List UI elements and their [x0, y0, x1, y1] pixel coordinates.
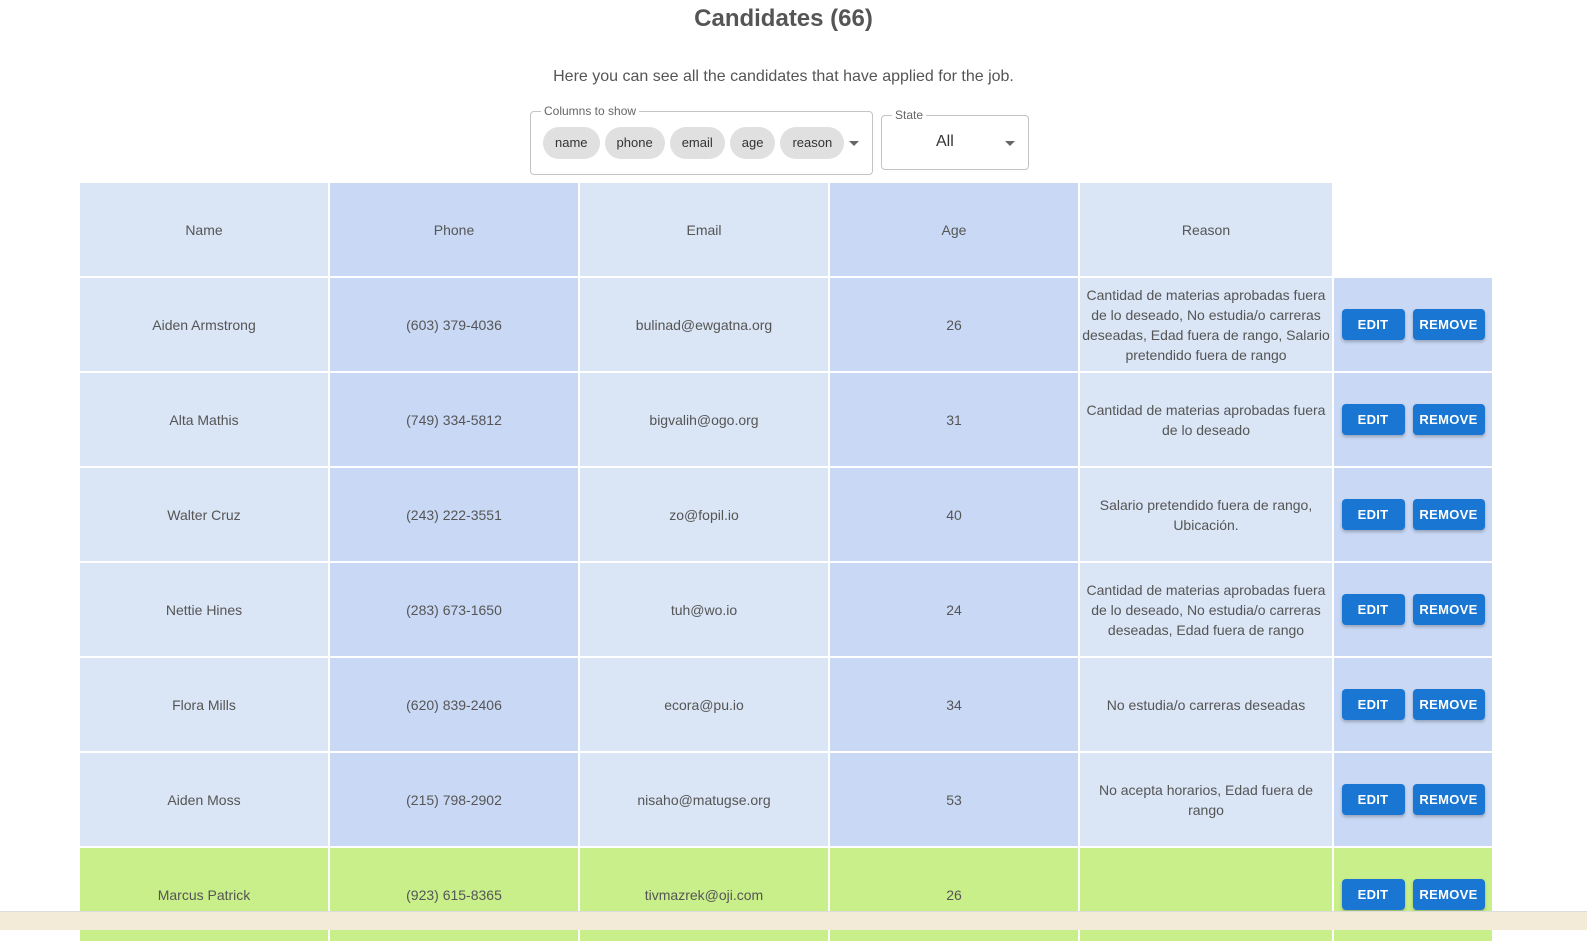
cell-phone: (620) 839-2406: [330, 658, 580, 753]
chip-phone[interactable]: phone: [604, 127, 665, 159]
cell-phone: (243) 222-3551: [330, 468, 580, 563]
cell-name: Alta Mathis: [80, 373, 330, 468]
candidates-table: Name Phone Email Age Reason Aiden Armstr…: [80, 183, 1494, 943]
cell-email: bulinad@ewgatna.org: [580, 278, 830, 373]
cell-name: Nettie Hines: [80, 563, 330, 658]
cell-actions: EDIT REMOVE: [1334, 468, 1494, 563]
cell-name: Aiden Moss: [80, 753, 330, 848]
edit-button[interactable]: EDIT: [1341, 404, 1405, 435]
cell-age: 24: [830, 563, 1080, 658]
caret-down-icon[interactable]: [1005, 141, 1015, 146]
cell-reason: Cantidad de materias aprobadas fuera de …: [1080, 373, 1334, 468]
table-row: Aiden Moss (215) 798-2902 nisaho@matugse…: [80, 753, 1494, 848]
cell-actions: EDIT REMOVE: [1334, 658, 1494, 753]
table-row: Nettie Hines (283) 673-1650 tuh@wo.io 24…: [80, 563, 1494, 658]
cell-email: tuh@wo.io: [580, 563, 830, 658]
chip-name[interactable]: name: [543, 127, 600, 159]
page-subtitle: Here you can see all the candidates that…: [553, 68, 1014, 85]
table-row: Walter Cruz (243) 222-3551 zo@fopil.io 4…: [80, 468, 1494, 563]
cell-name: Aiden Armstrong: [80, 278, 330, 373]
remove-button[interactable]: REMOVE: [1412, 689, 1485, 720]
table-row: Flora Mills (620) 839-2406 ecora@pu.io 3…: [80, 658, 1494, 753]
edit-button[interactable]: EDIT: [1341, 309, 1405, 340]
cell-email: ecora@pu.io: [580, 658, 830, 753]
remove-button[interactable]: REMOVE: [1412, 499, 1485, 530]
cell-phone: (749) 334-5812: [330, 373, 580, 468]
cell-email: nisaho@matugse.org: [580, 753, 830, 848]
cell-actions: EDIT REMOVE: [1334, 563, 1494, 658]
column-chips: name phone email age reason: [543, 127, 845, 159]
cell-age: 40: [830, 468, 1080, 563]
cell-age: 26: [830, 278, 1080, 373]
state-value: All: [936, 133, 954, 150]
cell-name: Flora Mills: [80, 658, 330, 753]
header-phone: Phone: [330, 183, 580, 278]
state-label: State: [892, 108, 927, 122]
edit-button[interactable]: EDIT: [1341, 784, 1405, 815]
table-row: Aiden Armstrong (603) 379-4036 bulinad@e…: [80, 278, 1494, 373]
header-reason: Reason: [1080, 183, 1334, 278]
columns-to-show-label: Columns to show: [541, 104, 640, 118]
cell-actions: EDIT REMOVE: [1334, 278, 1494, 373]
table-header-row: Name Phone Email Age Reason: [80, 183, 1494, 278]
columns-to-show-select[interactable]: Columns to show name phone email age rea…: [530, 104, 873, 175]
chip-reason[interactable]: reason: [780, 127, 845, 159]
remove-button[interactable]: REMOVE: [1412, 309, 1485, 340]
edit-button[interactable]: EDIT: [1341, 594, 1405, 625]
remove-button[interactable]: REMOVE: [1412, 784, 1485, 815]
cell-age: 31: [830, 373, 1080, 468]
edit-button[interactable]: EDIT: [1341, 499, 1405, 530]
cell-reason: Cantidad de materias aprobadas fuera de …: [1080, 278, 1334, 373]
chip-age[interactable]: age: [729, 127, 776, 159]
cell-actions: EDIT REMOVE: [1334, 753, 1494, 848]
header-actions: [1334, 183, 1494, 278]
cell-age: 53: [830, 753, 1080, 848]
chip-email[interactable]: email: [669, 127, 725, 159]
cell-reason: Cantidad de materias aprobadas fuera de …: [1080, 563, 1334, 658]
cell-reason: No acepta horarios, Edad fuera de rango: [1080, 753, 1334, 848]
state-select[interactable]: State All: [881, 108, 1029, 170]
cell-phone: (603) 379-4036: [330, 278, 580, 373]
remove-button[interactable]: REMOVE: [1412, 594, 1485, 625]
cell-reason: No estudia/o carreras deseadas: [1080, 658, 1334, 753]
cell-email: zo@fopil.io: [580, 468, 830, 563]
remove-button[interactable]: REMOVE: [1412, 404, 1485, 435]
cell-email: bigvalih@ogo.org: [580, 373, 830, 468]
page-title: Candidates (66): [694, 5, 873, 32]
edit-button[interactable]: EDIT: [1341, 879, 1405, 910]
edit-button[interactable]: EDIT: [1341, 689, 1405, 720]
header-age: Age: [830, 183, 1080, 278]
header-email: Email: [580, 183, 830, 278]
cell-phone: (283) 673-1650: [330, 563, 580, 658]
cell-reason: Salario pretendido fuera de rango, Ubica…: [1080, 468, 1334, 563]
cell-phone: (215) 798-2902: [330, 753, 580, 848]
remove-button[interactable]: REMOVE: [1412, 879, 1485, 910]
table-row: Alta Mathis (749) 334-5812 bigvalih@ogo.…: [80, 373, 1494, 468]
caret-down-icon[interactable]: [849, 141, 859, 146]
cell-name: Walter Cruz: [80, 468, 330, 563]
cell-actions: EDIT REMOVE: [1334, 373, 1494, 468]
cell-age: 34: [830, 658, 1080, 753]
bottom-bar: [0, 911, 1587, 930]
header-name: Name: [80, 183, 330, 278]
